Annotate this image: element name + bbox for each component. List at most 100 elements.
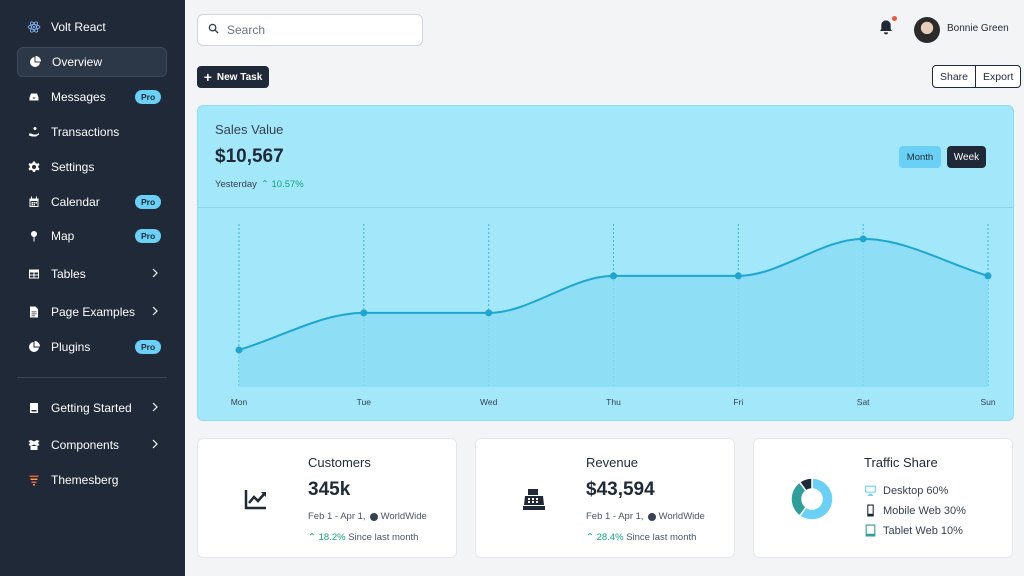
archive-box-icon [25,436,43,454]
revenue-card: Revenue $43,594 Feb 1 - Apr 1, WorldWide … [475,438,735,558]
caret-up-icon: ⌃ [586,532,594,543]
chevron-right-icon [149,401,161,413]
pie-chart-icon [26,53,44,71]
sales-change: ⌃ 10.57% [261,179,304,190]
sidebar-item-themesberg[interactable]: Themesberg [17,465,167,495]
tablet-icon [865,524,876,537]
data-point-sun[interactable] [984,272,992,280]
search-input[interactable] [227,23,407,37]
document-icon [25,303,43,321]
x-tick-label: Mon [231,397,248,407]
period-text: Feb 1 - Apr 1, [586,511,644,522]
table-icon [25,265,43,283]
customers-value: 345k [308,479,351,500]
traffic-label: Mobile Web 30% [883,504,966,517]
sidebar-item-page-examples[interactable]: Page Examples [17,297,167,327]
pro-badge: Pro [135,229,162,243]
sidebar-item-label: Tables [51,267,86,281]
search-box[interactable] [197,14,423,46]
customers-change: ⌃ 18.2% Since last month [308,532,418,543]
sidebar-item-label: Messages [51,90,106,104]
traffic-label: Tablet Web 10% [883,524,963,537]
region-text: WorldWide [658,511,705,522]
export-button[interactable]: Export [975,66,1020,87]
sales-change-value: 10.57% [271,179,304,190]
sidebar-item-getting-started[interactable]: Getting Started [17,393,167,423]
sidebar-item-plugins[interactable]: Plugins Pro [17,332,167,362]
sidebar-item-tables[interactable]: Tables [17,259,167,289]
gear-icon [25,158,43,176]
data-point-sat[interactable] [859,235,867,243]
sidebar-item-label: Plugins [51,340,91,354]
caret-up-icon: ⌃ [260,179,269,190]
sidebar-item-calendar[interactable]: Calendar Pro [17,187,167,217]
pro-badge: Pro [135,90,162,104]
revenue-change: ⌃ 28.4% Since last month [586,532,696,543]
revenue-value: $43,594 [586,479,655,500]
notification-dot [892,16,897,21]
sidebar-divider [17,377,167,378]
change-since: Since last month [626,532,697,543]
user-name[interactable]: Bonnie Green [947,23,1009,34]
change-value: 28.4% [596,532,624,543]
data-point-thu[interactable] [610,272,617,280]
sidebar-item-map[interactable]: Map Pro [17,221,167,251]
sidebar-item-label: Themesberg [51,473,119,487]
traffic-share-card: Traffic Share Desktop 60% Mobile Web 30%… [753,438,1013,558]
sidebar-item-settings[interactable]: Settings [17,152,167,182]
desktop-icon [865,485,876,496]
data-point-mon[interactable] [235,346,243,354]
sidebar-item-label: Overview [52,55,103,69]
pie-chart-icon [25,338,43,356]
data-point-tue[interactable] [360,309,368,317]
traffic-item-mobile: Mobile Web 30% [864,504,966,517]
caret-up-icon: ⌃ [308,532,316,543]
sidebar-item-messages[interactable]: Messages Pro [17,82,167,112]
data-point-fri[interactable] [734,272,742,280]
x-tick-label: Sat [857,397,870,407]
mobile-phone-icon [867,504,874,517]
sales-title: Sales Value [215,122,284,137]
customers-card: Customers 345k Feb 1 - Apr 1, WorldWide ⌃… [197,438,457,558]
pro-badge: Pro [135,340,162,354]
sidebar-item-label: Calendar [51,195,100,209]
sidebar-item-transactions[interactable]: Transactions [17,117,167,147]
sidebar-item-overview[interactable]: Overview [17,47,167,77]
x-tick-label: Fri [733,397,743,407]
themesberg-logo-icon [25,471,43,489]
period-text: Feb 1 - Apr 1, [308,511,366,522]
sales-subtitle: Yesterday ⌃ 10.57% [215,179,304,190]
change-value: 18.2% [318,532,346,543]
sidebar-item-components[interactable]: Components [17,430,167,460]
sales-period: Yesterday [215,179,257,190]
brand-link[interactable]: Volt React [17,12,167,42]
chevron-right-icon [149,267,161,279]
sidebar-item-label: Getting Started [51,401,132,415]
region-text: WorldWide [380,511,427,522]
week-toggle-button[interactable]: Week [947,146,986,168]
customers-period: Feb 1 - Apr 1, WorldWide [308,511,427,522]
x-tick-label: Thu [606,397,621,407]
revenue-period: Feb 1 - Apr 1, WorldWide [586,511,705,522]
share-button[interactable]: Share [933,66,975,87]
x-tick-label: Tue [357,397,372,407]
month-toggle-button[interactable]: Month [899,146,941,168]
new-task-label: New Task [216,71,263,83]
pro-badge: Pro [135,195,162,209]
sidebar-item-label: Settings [51,160,95,174]
sidebar-item-label: Transactions [51,125,120,139]
sidebar-item-label: Map [51,229,75,243]
react-logo-icon [25,18,43,36]
data-point-wed[interactable] [485,309,493,317]
x-tick-label: Wed [480,397,498,407]
globe-icon [647,512,656,521]
trend-up-icon [244,487,268,511]
chevron-right-icon [149,305,161,317]
revenue-title: Revenue [586,455,639,470]
traffic-label: Desktop 60% [883,484,949,497]
avatar[interactable] [914,17,940,43]
cash-register-icon [522,487,546,511]
new-task-button[interactable]: + New Task [197,66,269,88]
traffic-item-desktop: Desktop 60% [864,484,948,497]
bell-icon[interactable] [878,19,894,35]
